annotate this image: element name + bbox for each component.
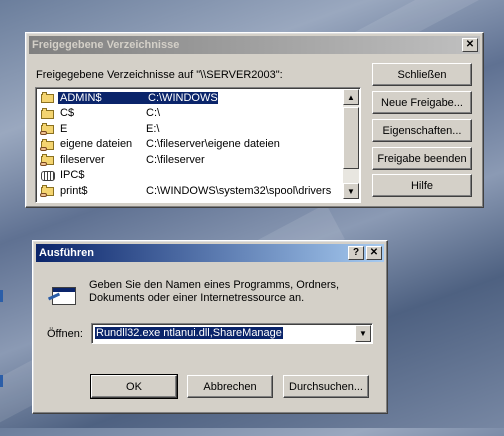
- run-command-input[interactable]: Rundll32.exe ntlanui.dll,ShareManage: [95, 327, 283, 339]
- share-name: E: [60, 122, 68, 135]
- help-button[interactable]: Hilfe: [372, 174, 472, 197]
- share-name: IPC$: [60, 169, 85, 181]
- scroll-up-icon[interactable]: ▲: [343, 89, 359, 105]
- vertical-scrollbar[interactable]: ▲ ▼: [343, 89, 359, 199]
- share-name: C$: [60, 107, 75, 119]
- share-path: C:\WINDOWS: [148, 91, 218, 104]
- run-program-icon: [47, 285, 78, 309]
- properties-button[interactable]: Eigenschaften...: [372, 119, 472, 142]
- run-command-combobox[interactable]: Rundll32.exe ntlanui.dll,ShareManage ▼: [91, 323, 373, 344]
- stop-sharing-button[interactable]: Freigabe beenden: [372, 147, 472, 170]
- share-row[interactable]: ADMIN$ C:\WINDOWS: [38, 90, 218, 105]
- share-path: C:\: [146, 107, 161, 119]
- share-name: print$: [60, 184, 88, 197]
- shared-folders-dialog: Freigegebene Verzeichnisse ✕ Freigegeben…: [25, 32, 484, 208]
- share-row[interactable]: print$ C:\WINDOWS\system32\spool\drivers: [38, 183, 331, 198]
- share-name: eigene dateien: [60, 138, 133, 150]
- scroll-down-icon[interactable]: ▼: [343, 183, 359, 199]
- share-path: E:\: [146, 122, 160, 135]
- dialog-title: Ausführen: [39, 247, 94, 259]
- browse-button[interactable]: Durchsuchen...: [283, 375, 369, 398]
- share-row[interactable]: fileserver C:\fileserver: [38, 152, 205, 167]
- share-path: C:\fileserver\eigene dateien: [146, 138, 280, 150]
- share-row[interactable]: E E:\: [38, 121, 159, 136]
- shared-folders-titlebar[interactable]: Freigegebene Verzeichnisse ✕: [29, 36, 480, 54]
- share-row[interactable]: C$ C:\: [38, 106, 160, 121]
- close-icon[interactable]: ✕: [366, 246, 382, 260]
- shares-heading: Freigegebene Verzeichnisse auf "\\SERVER…: [36, 69, 283, 81]
- share-row[interactable]: IPC$: [38, 168, 146, 183]
- run-description: Geben Sie den Namen eines Programms, Ord…: [89, 279, 340, 304]
- shared-folder-icon: [40, 122, 56, 135]
- shared-folder-icon: [40, 153, 56, 166]
- new-share-button[interactable]: Neue Freigabe...: [372, 91, 472, 114]
- close-button[interactable]: Schließen: [372, 63, 472, 86]
- share-path: C:\fileserver: [146, 153, 205, 166]
- desktop-marker: [0, 290, 3, 302]
- scroll-thumb[interactable]: [343, 107, 359, 169]
- share-name: fileserver: [60, 153, 105, 166]
- folder-icon: [40, 107, 56, 120]
- desktop-marker: [0, 375, 3, 387]
- ok-button[interactable]: OK: [90, 374, 178, 399]
- folder-icon: [40, 91, 56, 104]
- shared-folder-icon: [40, 184, 56, 197]
- dialog-title: Freigegebene Verzeichnisse: [32, 39, 180, 51]
- run-titlebar[interactable]: Ausführen ? ✕: [36, 244, 384, 262]
- run-dialog: Ausführen ? ✕ Geben Sie den Namen eines …: [32, 240, 388, 414]
- share-path: C:\WINDOWS\system32\spool\drivers: [146, 184, 332, 197]
- shared-folder-icon: [40, 138, 56, 151]
- help-icon[interactable]: ?: [348, 246, 364, 260]
- shares-list[interactable]: ADMIN$ C:\WINDOWS C$ C:\ E E:\ eigene dateien C…: [35, 87, 361, 203]
- dropdown-arrow-icon[interactable]: ▼: [355, 325, 371, 342]
- share-row[interactable]: eigene dateien C:\fileserver\eigene datei…: [38, 137, 280, 152]
- open-label: Öffnen:: [47, 328, 83, 340]
- cancel-button[interactable]: Abbrechen: [187, 375, 273, 398]
- share-name: ADMIN$: [58, 91, 148, 104]
- close-icon[interactable]: ✕: [462, 38, 478, 52]
- pipe-icon: [40, 169, 56, 182]
